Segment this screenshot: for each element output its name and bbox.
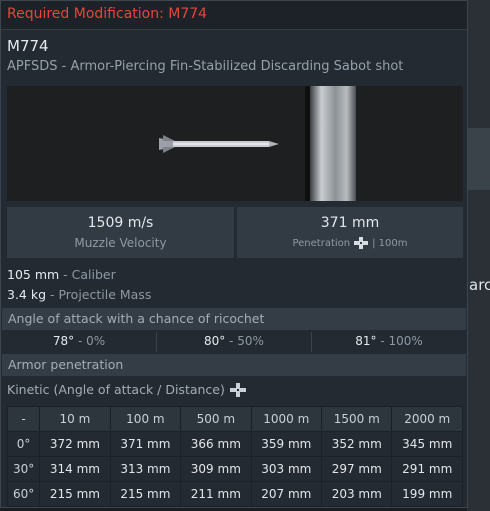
table-header-row: - 10 m 100 m 500 m 1000 m 1500 m 2000 m	[6, 406, 463, 432]
table-cell: 297 mm	[321, 456, 393, 482]
muzzle-velocity-label: Muzzle Velocity	[74, 236, 167, 250]
penetration-table: - 10 m 100 m 500 m 1000 m 1500 m 2000 m …	[6, 406, 463, 507]
table-row: 60° 215 mm 215 mm 211 mm 207 mm 203 mm 1…	[6, 481, 463, 507]
required-modification-label: Required Modification: M774	[7, 6, 208, 22]
table-cell: 207 mm	[250, 481, 323, 507]
table-cell: 215 mm	[39, 481, 111, 507]
shell-cross-section-icon	[354, 237, 369, 249]
armor-penetration-header: Armor penetration	[2, 354, 466, 376]
shell-name: M774	[7, 37, 49, 55]
caliber-value: 105 mm	[7, 267, 60, 282]
column-header: 500 m	[180, 406, 252, 432]
background-panel: arch	[467, 0, 490, 511]
ricochet-chance: - 100%	[376, 334, 423, 348]
column-header: 2000 m	[391, 406, 463, 432]
penetration-label: Penetration	[292, 237, 351, 249]
ricochet-section-header: Angle of attack with a chance of ricoche…	[2, 308, 466, 330]
table-cell: 366 mm	[180, 431, 252, 457]
ricochet-chance: - 50%	[225, 334, 264, 348]
table-cell: 372 mm	[39, 431, 111, 457]
shell-properties: 105 mm - Caliber 3.4 kg - Projectile Mas…	[7, 265, 151, 305]
table-cell: 314 mm	[39, 456, 111, 482]
row-header: 60°	[6, 481, 41, 507]
penetration-distance: | 100m	[372, 237, 408, 249]
table-cell: 211 mm	[180, 481, 252, 507]
kinetic-label-row: Kinetic (Angle of attack / Distance)	[7, 382, 246, 397]
ricochet-entry: 80° - 50%	[157, 332, 312, 352]
ricochet-table: 78° - 0% 80° - 50% 81° - 100%	[2, 332, 466, 352]
table-cell: 215 mm	[109, 481, 182, 507]
muzzle-velocity-stat: 1509 m/s Muzzle Velocity	[7, 207, 234, 258]
mass-row: 3.4 kg - Projectile Mass	[7, 285, 151, 305]
ricochet-angle: 81°	[355, 334, 377, 348]
mass-value: 3.4 kg	[7, 287, 47, 302]
caliber-row: 105 mm - Caliber	[7, 265, 151, 285]
caliber-label: - Caliber	[59, 267, 116, 282]
table-row: 30° 314 mm 313 mm 309 mm 303 mm 297 mm 2…	[6, 456, 463, 482]
column-header: 10 m	[39, 406, 111, 432]
table-cell: 309 mm	[180, 456, 252, 482]
column-header: 1000 m	[250, 406, 323, 432]
ricochet-chance: - 0%	[74, 334, 106, 348]
background-search-text: arch	[469, 276, 490, 294]
armor-plate	[310, 86, 356, 201]
ricochet-angle: 80°	[204, 334, 226, 348]
table-cell: 291 mm	[391, 456, 463, 482]
shell-type: APFSDS - Armor-Piercing Fin-Stabilized D…	[7, 59, 404, 74]
table-cell: 203 mm	[321, 481, 393, 507]
background-search-strip: arch	[467, 128, 490, 294]
required-mod-bar: Required Modification: M774	[1, 1, 467, 30]
table-row: 0° 372 mm 371 mm 366 mm 359 mm 352 mm 34…	[6, 431, 463, 457]
ricochet-entry: 81° - 100%	[312, 332, 466, 352]
penetration-value: 371 mm	[320, 215, 380, 231]
shell-preview-image	[7, 86, 463, 201]
ricochet-entry: 78° - 0%	[2, 332, 157, 352]
table-cell: 352 mm	[321, 431, 393, 457]
kinetic-label: Kinetic (Angle of attack / Distance)	[7, 382, 225, 397]
table-cell: 199 mm	[391, 481, 463, 507]
mass-label: - Projectile Mass	[46, 287, 152, 302]
table-cell: 313 mm	[109, 456, 182, 482]
penetration-stat: 371 mm Penetration | 100m	[237, 207, 463, 258]
ricochet-angle: 78°	[52, 334, 75, 348]
table-cell: 303 mm	[250, 456, 323, 482]
shell-header: M774 APFSDS - Armor-Piercing Fin-Stabili…	[7, 37, 403, 74]
column-header: 100 m	[109, 406, 182, 432]
row-header: 0°	[6, 431, 41, 457]
ammo-tooltip: Required Modification: M774 M774 APFSDS …	[0, 0, 468, 508]
column-header: -	[6, 406, 41, 432]
table-cell: 371 mm	[109, 431, 182, 457]
column-header: 1500 m	[321, 406, 393, 432]
row-header: 30°	[6, 456, 41, 482]
muzzle-velocity-value: 1509 m/s	[87, 215, 154, 231]
projectile-image	[159, 135, 279, 153]
table-cell: 345 mm	[391, 431, 463, 457]
shell-cross-section-icon	[229, 382, 246, 397]
table-cell: 359 mm	[250, 431, 323, 457]
